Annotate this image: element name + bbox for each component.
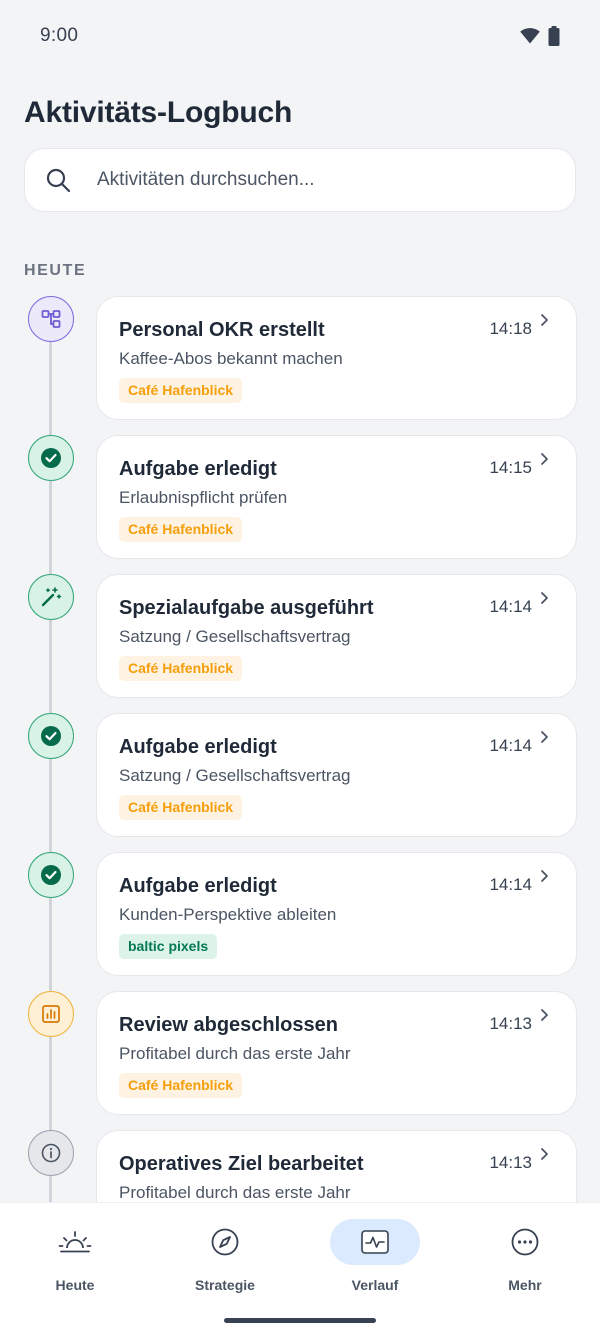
check-circle-icon bbox=[41, 726, 61, 746]
status-time: 9:00 bbox=[40, 25, 79, 46]
activity-subtitle: Profitabel durch das erste Jahr bbox=[119, 1044, 351, 1063]
activity-card[interactable]: Aufgabe erledigt 14:15 Erlaubnispflicht … bbox=[96, 435, 577, 559]
compass-icon bbox=[211, 1228, 239, 1256]
timeline-node bbox=[28, 713, 74, 759]
activity-timeline: Personal OKR erstellt 14:18 Kaffee-Abos … bbox=[0, 296, 600, 1202]
nav-item-mehr[interactable]: Mehr bbox=[450, 1219, 600, 1299]
activity-card[interactable]: Review abgeschlossen 14:13 Profitabel du… bbox=[96, 991, 577, 1115]
activity-time: 14:15 bbox=[489, 458, 532, 477]
project-tag: Café Hafenblick bbox=[119, 656, 243, 681]
activity-entry: Aufgabe erledigt 14:15 Erlaubnispflicht … bbox=[0, 435, 600, 559]
chevron-right-icon bbox=[541, 314, 548, 326]
activity-time: 14:14 bbox=[489, 736, 532, 755]
nav-label: Mehr bbox=[508, 1277, 542, 1293]
activity-time: 14:13 bbox=[489, 1014, 532, 1033]
activity-entry: Aufgabe erledigt 14:14 Kunden-Perspektiv… bbox=[0, 852, 600, 976]
activity-card[interactable]: Operatives Ziel bearbeitet 14:13 Profita… bbox=[96, 1130, 577, 1202]
activity-title: Aufgabe erledigt bbox=[119, 875, 277, 897]
chevron-right-icon bbox=[541, 870, 548, 882]
timeline-node bbox=[28, 574, 74, 620]
activity-card[interactable]: Spezialaufgabe ausgeführt 14:14 Satzung … bbox=[96, 574, 577, 698]
search-bar[interactable] bbox=[24, 148, 576, 212]
timeline-node bbox=[28, 991, 74, 1037]
nav-label: Strategie bbox=[195, 1277, 255, 1293]
activity-title: Personal OKR erstellt bbox=[119, 319, 325, 341]
activity-time: 14:14 bbox=[489, 597, 532, 616]
project-tag: Café Hafenblick bbox=[119, 517, 243, 542]
activity-title: Aufgabe erledigt bbox=[119, 458, 277, 480]
check-circle-icon bbox=[41, 865, 61, 885]
chevron-right-icon bbox=[541, 592, 548, 604]
activity-subtitle: Kaffee-Abos bekannt machen bbox=[119, 349, 343, 368]
project-tag: baltic pixels bbox=[119, 934, 218, 959]
nav-icon-container bbox=[180, 1219, 270, 1265]
more-icon bbox=[511, 1228, 539, 1256]
activity-subtitle: Profitabel durch das erste Jahr bbox=[119, 1183, 351, 1202]
search-input[interactable] bbox=[97, 169, 555, 191]
activity-subtitle: Satzung / Gesellschaftsvertrag bbox=[119, 766, 351, 785]
info-icon bbox=[41, 1143, 61, 1163]
chevron-right-icon bbox=[541, 1009, 548, 1021]
nav-icon-container bbox=[330, 1219, 420, 1265]
search-icon bbox=[46, 168, 71, 193]
status-bar: 9:00 bbox=[0, 0, 600, 72]
timeline-node bbox=[28, 1130, 74, 1176]
activity-time: 14:14 bbox=[489, 875, 532, 894]
hierarchy-icon bbox=[41, 310, 61, 328]
nav-item-strategie[interactable]: Strategie bbox=[150, 1219, 300, 1299]
check-circle-icon bbox=[41, 448, 61, 468]
magic-wand-icon bbox=[41, 587, 62, 607]
project-tag: Café Hafenblick bbox=[119, 795, 243, 820]
timeline-node bbox=[28, 296, 74, 342]
nav-icon-container bbox=[30, 1219, 120, 1265]
activity-entry: Operatives Ziel bearbeitet 14:13 Profita… bbox=[0, 1130, 600, 1202]
project-tag: Café Hafenblick bbox=[119, 1073, 243, 1098]
activity-title: Aufgabe erledigt bbox=[119, 736, 277, 758]
page-title: Aktivitäts-Logbuch bbox=[24, 96, 293, 129]
activity-title: Review abgeschlossen bbox=[119, 1014, 338, 1036]
activity-card[interactable]: Aufgabe erledigt 14:14 Satzung / Gesells… bbox=[96, 713, 577, 837]
nav-item-verlauf[interactable]: Verlauf bbox=[300, 1219, 450, 1299]
activity-time: 14:13 bbox=[489, 1153, 532, 1172]
status-icons bbox=[520, 26, 560, 46]
bar-chart-icon bbox=[42, 1005, 60, 1023]
nav-label: Heute bbox=[55, 1277, 95, 1293]
activity-card[interactable]: Aufgabe erledigt 14:14 Kunden-Perspektiv… bbox=[96, 852, 577, 976]
sunrise-icon bbox=[58, 1231, 92, 1253]
activity-card[interactable]: Personal OKR erstellt 14:18 Kaffee-Abos … bbox=[96, 296, 577, 420]
chevron-right-icon bbox=[541, 731, 548, 743]
activity-subtitle: Erlaubnispflicht prüfen bbox=[119, 488, 288, 507]
project-tag: Café Hafenblick bbox=[119, 378, 243, 403]
activity-time: 14:18 bbox=[489, 319, 532, 338]
chevron-right-icon bbox=[541, 1148, 548, 1160]
activity-icon bbox=[361, 1230, 389, 1254]
home-indicator[interactable] bbox=[224, 1318, 376, 1323]
nav-item-heute[interactable]: Heute bbox=[0, 1219, 150, 1299]
activity-subtitle: Kunden-Perspektive ableiten bbox=[119, 905, 337, 924]
activity-entry: Spezialaufgabe ausgeführt 14:14 Satzung … bbox=[0, 574, 600, 698]
chevron-right-icon bbox=[541, 453, 548, 465]
section-header-today: HEUTE bbox=[24, 262, 87, 279]
battery-icon bbox=[548, 26, 560, 46]
activity-entry: Review abgeschlossen 14:13 Profitabel du… bbox=[0, 991, 600, 1115]
timeline-node bbox=[28, 852, 74, 898]
activity-entry: Personal OKR erstellt 14:18 Kaffee-Abos … bbox=[0, 296, 600, 420]
wifi-icon bbox=[520, 28, 540, 44]
nav-icon-container bbox=[480, 1219, 570, 1265]
activity-title: Spezialaufgabe ausgeführt bbox=[119, 597, 374, 619]
activity-entry: Aufgabe erledigt 14:14 Satzung / Gesells… bbox=[0, 713, 600, 837]
activity-subtitle: Satzung / Gesellschaftsvertrag bbox=[119, 627, 351, 646]
activity-title: Operatives Ziel bearbeitet bbox=[119, 1153, 364, 1175]
nav-label: Verlauf bbox=[351, 1277, 399, 1293]
timeline-node bbox=[28, 435, 74, 481]
